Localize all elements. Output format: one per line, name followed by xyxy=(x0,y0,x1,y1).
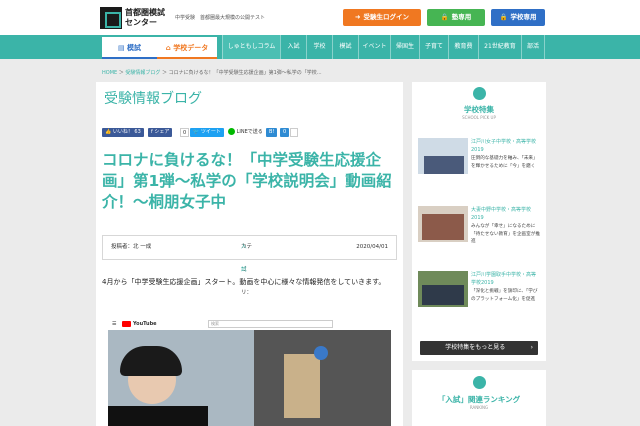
twitter-icon: 🐦 xyxy=(193,129,201,135)
feature-item-title: 江戸川女子中学校・高等学校2019 xyxy=(471,139,537,153)
document-icon: ▤ xyxy=(117,44,128,52)
school-only-button[interactable]: 🔒 学校専用 xyxy=(491,9,545,26)
breadcrumb-home[interactable]: HOME xyxy=(102,70,117,76)
chevron-right-icon: › xyxy=(530,344,533,351)
school-badge-icon xyxy=(473,87,486,100)
tagline: 中学受験 首都圏最大規模の公開テスト xyxy=(175,15,266,21)
facebook-share-button[interactable]: f シェア xyxy=(148,128,173,137)
line-icon xyxy=(228,128,235,135)
share-count: 0 xyxy=(180,128,190,137)
thumbnail xyxy=(418,138,468,174)
feature-item-title: 江戸川学園取手中学校・高等学校2019 xyxy=(471,272,537,286)
page-title: 受験情報ブログ xyxy=(104,91,202,107)
post-date: 2020/04/01 xyxy=(356,244,388,250)
nav-link-moshi[interactable]: 模試 xyxy=(332,35,358,59)
article-meta: 投稿者：北 一成 カテゴリ： 入試 2020/04/01 xyxy=(102,235,397,296)
more-features-button[interactable]: 学校特集をもっと見る › xyxy=(420,341,538,355)
thumbnail xyxy=(418,271,468,307)
youtube-logo-icon xyxy=(122,321,131,327)
student-login-button[interactable]: ➜ 受験生ログイン xyxy=(343,9,421,26)
model-globe xyxy=(314,346,328,360)
nav-link-column[interactable]: しゅともしコラム xyxy=(222,35,280,59)
nav-link-school[interactable]: 学校 xyxy=(306,35,332,59)
nav-link-exam[interactable]: 入試 xyxy=(280,35,306,59)
facebook-like-button[interactable]: 👍 いいね！ 63 xyxy=(102,128,144,137)
sidebar: 学校特集 SCHOOL PICK UP 江戸川女子中学校・高等学校2019 圧倒… xyxy=(412,82,546,426)
feature-item-desc: みんなが「幸せ」になるために「待たせない教育」を企画室が推進 xyxy=(471,224,540,244)
students-photo xyxy=(422,214,464,240)
breadcrumb-separator: ＞ xyxy=(161,70,167,76)
thumbs-up-icon: 👍 xyxy=(105,129,113,135)
tweet-label: ツイート xyxy=(200,129,221,135)
student-hair xyxy=(120,346,182,376)
nav-link-returnee[interactable]: 帰国生 xyxy=(390,35,419,59)
line-label: LINEで送る xyxy=(236,129,263,135)
article-title: コロナに負けるな！「中学受験生応援企画」第1弾〜私学の「学校説明会」動画紹介！〜… xyxy=(102,151,392,211)
feature-item-desc: 「深化と挑戦」を旗印に、「学びのプラットフォーム化」を促進 xyxy=(471,289,538,302)
site-logo[interactable]: 首都圏模試センター xyxy=(100,7,169,29)
feature-item-edogawa-toride[interactable]: 江戸川学園取手中学校・高等学校2019 「深化と挑戦」を旗印に、「学びのプラット… xyxy=(418,271,540,323)
breadcrumb: HOME ＞ 受験情報ブログ ＞ コロナに負けるな！「中学受験生応援企画」第1弾… xyxy=(102,69,322,76)
more-features-label: 学校特集をもっと見る xyxy=(445,344,506,351)
nav-link-event[interactable]: イベント xyxy=(358,35,390,59)
students-photo xyxy=(424,156,464,174)
like-label: いいね！ 63 xyxy=(112,129,141,135)
lock-icon: 🔒 xyxy=(499,13,508,21)
school-feature-box: 学校特集 SCHOOL PICK UP 江戸川女子中学校・高等学校2019 圧倒… xyxy=(412,82,546,361)
breadcrumb-blog[interactable]: 受験情報ブログ xyxy=(125,70,160,76)
site-header: 首都圏模試センター 中学受験 首都圏最大規模の公開テスト ➜ 受験生ログイン 🔒 塾… xyxy=(0,0,640,35)
nav-link-parenting[interactable]: 子育て xyxy=(419,35,448,59)
cram-school-button[interactable]: 🔒 塾専用 xyxy=(427,9,485,26)
youtube-embed[interactable]: ☰ YouTube 検索 xyxy=(108,318,391,426)
ranking-title: 「入試」関連ランキング xyxy=(437,395,521,404)
feature-item-edogawa-joshi[interactable]: 江戸川女子中学校・高等学校2019 圧倒的な基礎力を軸み、「未来」を輝かせるため… xyxy=(418,138,540,190)
menu-icon[interactable]: ☰ xyxy=(112,318,116,330)
author: 投稿者：北 一成 xyxy=(111,244,152,250)
line-button[interactable]: LINEで送る xyxy=(228,128,263,137)
feature-title: 学校特集 xyxy=(464,105,494,114)
video-frame-left xyxy=(108,330,254,426)
tab-school-data[interactable]: ⌂ 学校データ xyxy=(157,37,217,59)
trophy-icon xyxy=(473,376,486,389)
youtube-header: ☰ YouTube 検索 xyxy=(108,318,391,330)
logo-text: 首都圏模試センター xyxy=(125,8,165,27)
cram-school-label: 塾専用 xyxy=(451,13,472,21)
thumbnail xyxy=(418,206,468,242)
feature-subtitle: SCHOOL PICK UP xyxy=(462,115,496,120)
school-only-label: 学校専用 xyxy=(510,13,537,21)
youtube-search-input[interactable]: 検索 xyxy=(208,320,333,328)
main-nav: ▤ 模試 ⌂ 学校データ しゅともしコラム 入試 学校 模試 イベント 帰国生 … xyxy=(0,35,640,59)
student-uniform xyxy=(108,406,208,426)
logo-mark-icon xyxy=(100,7,122,29)
feature-item-title: 大妻中野中学校・高等学校2019 xyxy=(471,207,532,221)
share-label: シェア xyxy=(154,129,170,135)
nav-link-education-cost[interactable]: 教育費 xyxy=(448,35,478,59)
feature-item-desc: 圧倒的な基礎力を軸み、「未来」を輝かせるために「今」を磨く xyxy=(471,156,538,169)
login-icon: ➜ xyxy=(355,13,361,21)
video-frame-right xyxy=(254,330,391,426)
tab-school-data-label: 学校データ xyxy=(173,44,209,52)
breadcrumb-current: コロナに負けるな！「中学受験生応援企画」第1弾〜私学の「学校... xyxy=(168,70,322,76)
nav-link-21st-century[interactable]: 21世紀教育 xyxy=(478,35,521,59)
students-photo xyxy=(422,285,464,305)
ranking-subtitle: RANKING xyxy=(469,405,489,410)
main-content: 受験情報ブログ 👍 いいね！ 63 f シェア 0 🐦 ツイート LINEで送る… xyxy=(96,82,403,426)
ranking-box: 「入試」関連ランキング RANKING xyxy=(412,370,546,426)
student-login-label: 受験生ログイン xyxy=(363,13,409,21)
lock-icon: 🔒 xyxy=(440,13,449,21)
tab-moshi[interactable]: ▤ 模試 xyxy=(102,37,157,59)
pocket-icon[interactable] xyxy=(290,128,298,137)
hatena-bookmark-button[interactable]: B! xyxy=(266,128,278,137)
nav-link-club[interactable]: 部活 xyxy=(521,35,545,59)
tab-moshi-label: 模試 xyxy=(127,44,142,52)
article-body: 4月から「中学受験生応援企画」スタート。動画を中心に様々な情報発信をしていきます… xyxy=(102,278,386,286)
breadcrumb-separator: ＞ xyxy=(118,70,124,76)
tweet-button[interactable]: 🐦 ツイート xyxy=(190,128,224,137)
hatena-count: 0 xyxy=(280,128,290,137)
youtube-logo[interactable]: YouTube xyxy=(133,318,157,330)
feature-item-otsuma-nakano[interactable]: 大妻中野中学校・高等学校2019 みんなが「幸せ」になるために「待たせない教育」… xyxy=(418,206,540,258)
model-structure xyxy=(284,354,320,418)
